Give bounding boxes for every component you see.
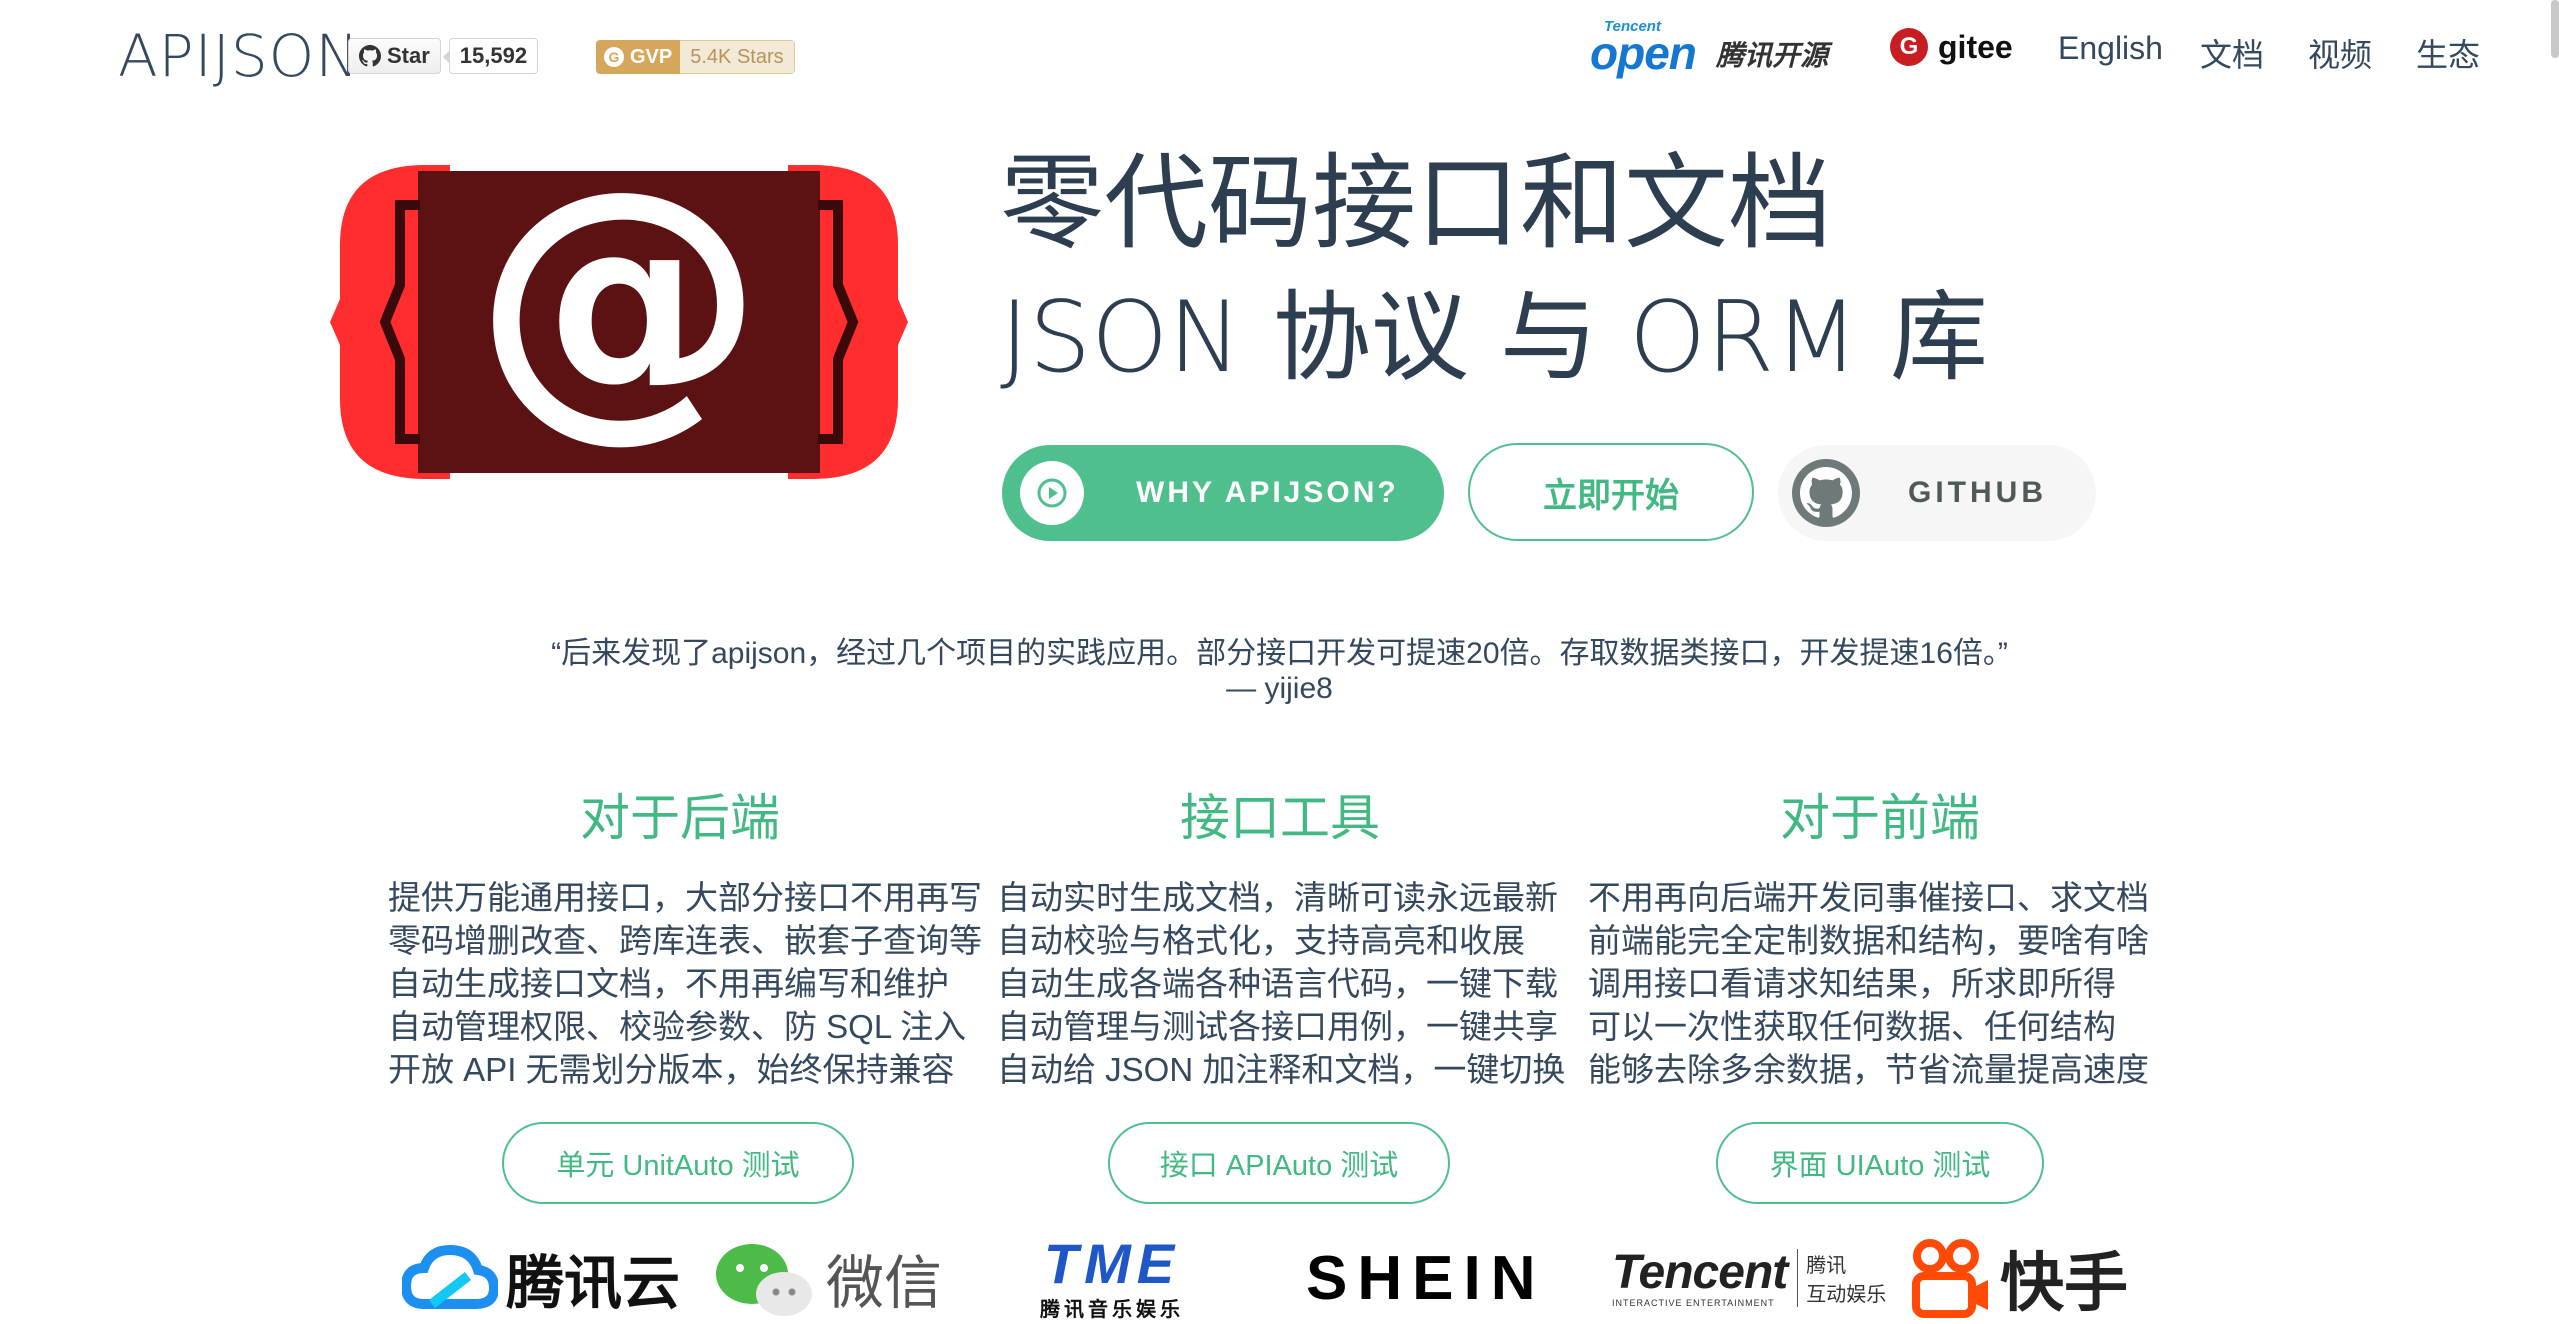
tencent-ent-cn1: 腾讯 <box>1806 1255 1847 1277</box>
gvp-label: GVP <box>630 45 673 68</box>
github-star-button[interactable]: Star <box>348 38 441 74</box>
unitauto-button[interactable]: 单元 UnitAuto 测试 <box>502 1122 854 1204</box>
apijson-logo: @ <box>330 165 908 479</box>
tencent-cloud-icon <box>402 1244 498 1309</box>
hero-title: 零代码接口和文档 <box>1000 142 1833 264</box>
feature-line: 自动生成各端各种语言代码，一键下载 <box>997 965 1558 1002</box>
tencent-open-link[interactable]: Tencent open 腾讯开源 <box>1590 18 1850 79</box>
svg-text:@: @ <box>474 165 764 466</box>
partner-tencent-games: Tencent INTERACTIVE ENTERTAINMENT 腾讯 互动娱… <box>1612 1238 1886 1318</box>
tencent-ent-cn2: 互动娱乐 <box>1806 1284 1887 1306</box>
scrollbar-thumb[interactable] <box>2551 0 2559 58</box>
github-octocat-icon <box>1792 459 1860 527</box>
feature-line: 自动给 JSON 加注释和文档，一键切换 <box>997 1051 1566 1088</box>
gitee-label: gitee <box>1938 28 2013 65</box>
gitee-g-icon: G <box>604 47 624 67</box>
feature-line: 零码增删改查、跨库连表、嵌套子查询等 <box>388 922 982 959</box>
testimonial-author: — yijie8 <box>1226 672 1333 705</box>
nav-docs[interactable]: 文档 <box>2200 30 2264 76</box>
hero-subtitle: JSON 协议 与 ORM 库 <box>1000 281 1988 395</box>
github-icon <box>359 45 381 67</box>
github-star-label: Star <box>387 43 430 68</box>
get-started-button[interactable]: 立即开始 <box>1468 443 1754 541</box>
feature-title-backend: 对于后端 <box>580 790 780 846</box>
shein-logo: SHEIN <box>1306 1243 1546 1313</box>
uiauto-button[interactable]: 界面 UIAuto 测试 <box>1716 1122 2044 1204</box>
github-star-badge[interactable]: Star 15,592 <box>348 38 539 74</box>
kuaishou-label: 快手 <box>2000 1247 2128 1319</box>
gitee-icon: G <box>1890 28 1928 66</box>
feature-line: 开放 API 无需划分版本，始终保持兼容 <box>388 1051 955 1088</box>
gitee-link[interactable]: G gitee <box>1890 28 2013 66</box>
nav-english[interactable]: English <box>2058 30 2163 67</box>
tencent-open-cn: 腾讯开源 <box>1716 40 1829 71</box>
github-button-label: GITHUB <box>1908 476 2047 509</box>
feature-line: 前端能完全定制数据和结构，要啥有啥 <box>1588 922 2149 959</box>
feature-line: 自动管理与测试各接口用例，一键共享 <box>997 1008 1558 1045</box>
partner-tme: TME 腾讯音乐娱乐 <box>1040 1231 1184 1321</box>
kuaishou-icon <box>1912 1239 1988 1318</box>
feature-line: 自动校验与格式化，支持高亮和收展 <box>997 922 1525 959</box>
tme-logo-mark: TME <box>1043 1231 1181 1295</box>
wechat-label: 微信 <box>826 1251 943 1316</box>
feature-line: 可以一次性获取任何数据、任何结构 <box>1588 1008 2116 1045</box>
feature-body-backend: 提供万能通用接口，大部分接口不用再写 零码增删改查、跨库连表、嵌套子查询等 自动… <box>388 876 982 1091</box>
gvp-badge[interactable]: G GVP 5.4K Stars <box>596 40 795 74</box>
partner-kuaishou: 快手 <box>1910 1238 2128 1319</box>
github-star-count[interactable]: 15,592 <box>442 38 539 74</box>
partner-tencent-cloud: 腾讯云 <box>402 1238 680 1318</box>
apiauto-button[interactable]: 接口 APIAuto 测试 <box>1108 1122 1450 1204</box>
tencent-open-logo: open <box>1590 27 1697 79</box>
tencent-ent-sub: INTERACTIVE ENTERTAINMENT <box>1612 1298 1775 1308</box>
partner-wechat: 微信 <box>712 1238 942 1318</box>
feature-title-tools: 接口工具 <box>1180 790 1380 846</box>
partner-shein: SHEIN <box>1306 1238 1545 1318</box>
why-apijson-label: WHY APIJSON? <box>1136 476 1399 509</box>
play-icon <box>1020 461 1084 525</box>
feature-line: 提供万能通用接口，大部分接口不用再写 <box>388 879 982 916</box>
why-apijson-button[interactable]: WHY APIJSON? <box>1002 445 1444 541</box>
nav-ecosystem[interactable]: 生态 <box>2416 30 2480 76</box>
testimonial-quote: “后来发现了apijson，经过几个项目的实践应用。部分接口开发可提速20倍。存… <box>551 637 2008 670</box>
wechat-icon <box>716 1244 812 1316</box>
feature-body-frontend: 不用再向后端开发同事催接口、求文档 前端能完全定制数据和结构，要啥有啥 调用接口… <box>1588 876 2149 1091</box>
feature-line: 自动实时生成文档，清晰可读永远最新 <box>997 879 1558 916</box>
feature-line: 自动生成接口文档，不用再编写和维护 <box>388 965 949 1002</box>
feature-title-frontend: 对于前端 <box>1780 790 1980 846</box>
feature-line: 调用接口看请求知结果，所求即所得 <box>1588 965 2116 1002</box>
nav-videos[interactable]: 视频 <box>2308 30 2372 76</box>
tencent-ent-logo: Tencent <box>1612 1246 1788 1299</box>
feature-line: 不用再向后端开发同事催接口、求文档 <box>1588 879 2149 916</box>
feature-body-tools: 自动实时生成文档，清晰可读永远最新 自动校验与格式化，支持高亮和收展 自动生成各… <box>997 876 1565 1091</box>
github-button[interactable]: GITHUB <box>1778 445 2096 541</box>
feature-line: 自动管理权限、校验参数、防 SQL 注入 <box>388 1008 967 1045</box>
brand-logo-text[interactable]: APIJSON <box>118 22 360 90</box>
feature-line: 能够去除多余数据，节省流量提高速度 <box>1588 1051 2149 1088</box>
gvp-stars: 5.4K Stars <box>680 40 795 74</box>
tencent-cloud-label: 腾讯云 <box>506 1251 681 1316</box>
tme-label: 腾讯音乐娱乐 <box>1040 1298 1184 1321</box>
